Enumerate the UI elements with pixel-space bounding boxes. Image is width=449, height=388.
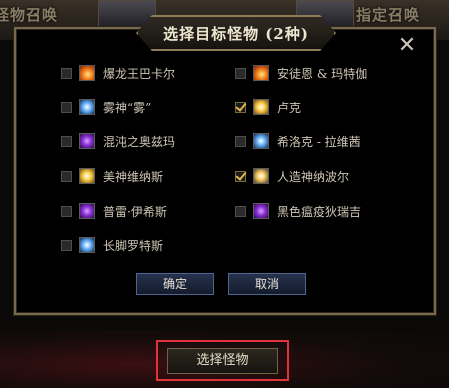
monster-option-label: 美神维纳斯 [103,169,164,184]
monster-option[interactable]: 美神维纳斯 [61,166,163,186]
checkbox[interactable] [235,205,246,217]
close-icon[interactable]: ✕ [396,35,418,57]
light-attribute-icon [79,168,95,184]
monster-option[interactable]: 爆龙王巴卡尔 [61,63,175,83]
confirm-button[interactable]: 确定 [136,273,214,295]
checkbox[interactable] [61,239,72,251]
monster-option[interactable]: 混沌之奥兹玛 [61,131,175,151]
dialog-title-plate: 选择目标怪物 (2种) [136,15,336,51]
water-attribute-icon [79,99,95,115]
monster-option-label: 黑色瘟疫狄瑞吉 [277,204,362,219]
summon-tab-right[interactable]: 指定召唤 [356,0,420,30]
mixed-attribute-icon [253,168,269,184]
water-attribute-icon [253,133,269,149]
dark-attribute-icon [79,203,95,219]
checkbox-checked[interactable] [235,170,246,182]
water-attribute-icon [79,237,95,253]
checkbox[interactable] [61,170,72,182]
dark-attribute-icon [79,133,95,149]
select-monster-button[interactable]: 选择怪物 [167,348,278,374]
select-target-monster-dialog: 选择目标怪物 (2种) ✕ 爆龙王巴卡尔 安徒恩 & 玛特伽雾神“雾” 卢克混沌之奥… [14,15,436,315]
checkbox[interactable] [235,135,246,147]
monster-option-label: 人造神纳波尔 [277,169,350,184]
fire-attribute-icon [79,65,95,81]
monster-option[interactable]: 人造神纳波尔 [235,166,349,186]
monster-option-label: 安徒恩 & 玛特伽 [277,66,368,81]
checkbox[interactable] [61,67,72,79]
checkbox[interactable] [235,67,246,79]
checkbox[interactable] [61,205,72,217]
monster-option[interactable]: 普雷·伊希斯 [61,201,167,221]
monster-option-label: 普雷·伊希斯 [103,204,167,219]
monster-option[interactable]: 长脚罗特斯 [61,235,163,255]
dialog-title: 选择目标怪物 (2种) [163,24,309,43]
monster-option[interactable]: 黑色瘟疫狄瑞吉 [235,201,361,221]
checkbox[interactable] [61,135,72,147]
fire-attribute-icon [253,65,269,81]
monster-option[interactable]: 雾神“雾” [61,97,151,117]
monster-option-label: 希洛克 - 拉维茜 [277,134,361,149]
light-attribute-icon [253,99,269,115]
dark-attribute-icon [253,203,269,219]
summon-tab-left[interactable]: 怪物召唤 [0,0,58,30]
monster-option[interactable]: 卢克 [235,97,301,117]
monster-option-label: 爆龙王巴卡尔 [103,66,176,81]
monster-option-label: 长脚罗特斯 [103,238,164,253]
monster-option[interactable]: 安徒恩 & 玛特伽 [235,63,367,83]
checkbox[interactable] [61,101,72,113]
monster-option-label: 卢克 [277,100,302,115]
select-monster-highlight: 选择怪物 [156,340,289,381]
cancel-button[interactable]: 取消 [228,273,306,295]
monster-option-label: 雾神“雾” [103,100,152,115]
monster-option[interactable]: 希洛克 - 拉维茜 [235,131,361,151]
checkbox-checked[interactable] [235,101,246,113]
monster-option-label: 混沌之奥兹玛 [103,134,176,149]
